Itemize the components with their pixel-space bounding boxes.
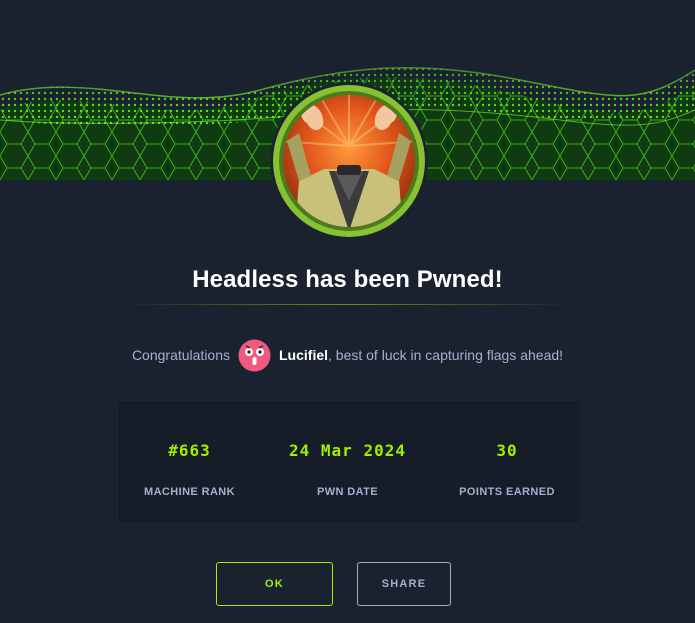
points-earned-value: 30 <box>496 441 518 460</box>
pwned-modal: Headless has been Pwned! Congratulations… <box>0 0 695 623</box>
stat-machine-rank: #663 MACHINE RANK <box>120 403 260 521</box>
stats-panel: #663 MACHINE RANK 24 Mar 2024 PWN DATE 3… <box>119 402 579 522</box>
ok-button[interactable]: OK <box>216 562 333 606</box>
congrats-prefix: Congratulations <box>131 347 230 363</box>
share-button[interactable]: SHARE <box>357 562 451 606</box>
machine-avatar <box>269 81 429 241</box>
pwn-date-value: 24 Mar 2024 <box>289 441 406 460</box>
machine-rank-label: MACHINE RANK <box>144 486 235 498</box>
congrats-suffix: , best of luck in capturing flags ahead! <box>328 347 564 363</box>
stat-pwn-date: 24 Mar 2024 PWN DATE <box>260 403 436 521</box>
headless-machine-icon <box>270 82 428 240</box>
username-link[interactable]: Lucifiel <box>279 347 328 363</box>
machine-rank-value: #663 <box>168 441 211 460</box>
congrats-message: Congratulations Lucifiel , best of luck … <box>0 338 695 372</box>
pwned-title: Headless has been Pwned! <box>192 266 503 293</box>
title-divider <box>122 304 573 305</box>
user-avatar[interactable] <box>238 339 271 372</box>
points-earned-label: POINTS EARNED <box>459 486 555 498</box>
pwn-date-label: PWN DATE <box>316 486 379 498</box>
stat-points-earned: 30 POINTS EARNED <box>436 403 578 521</box>
user-avatar-icon <box>238 339 271 371</box>
